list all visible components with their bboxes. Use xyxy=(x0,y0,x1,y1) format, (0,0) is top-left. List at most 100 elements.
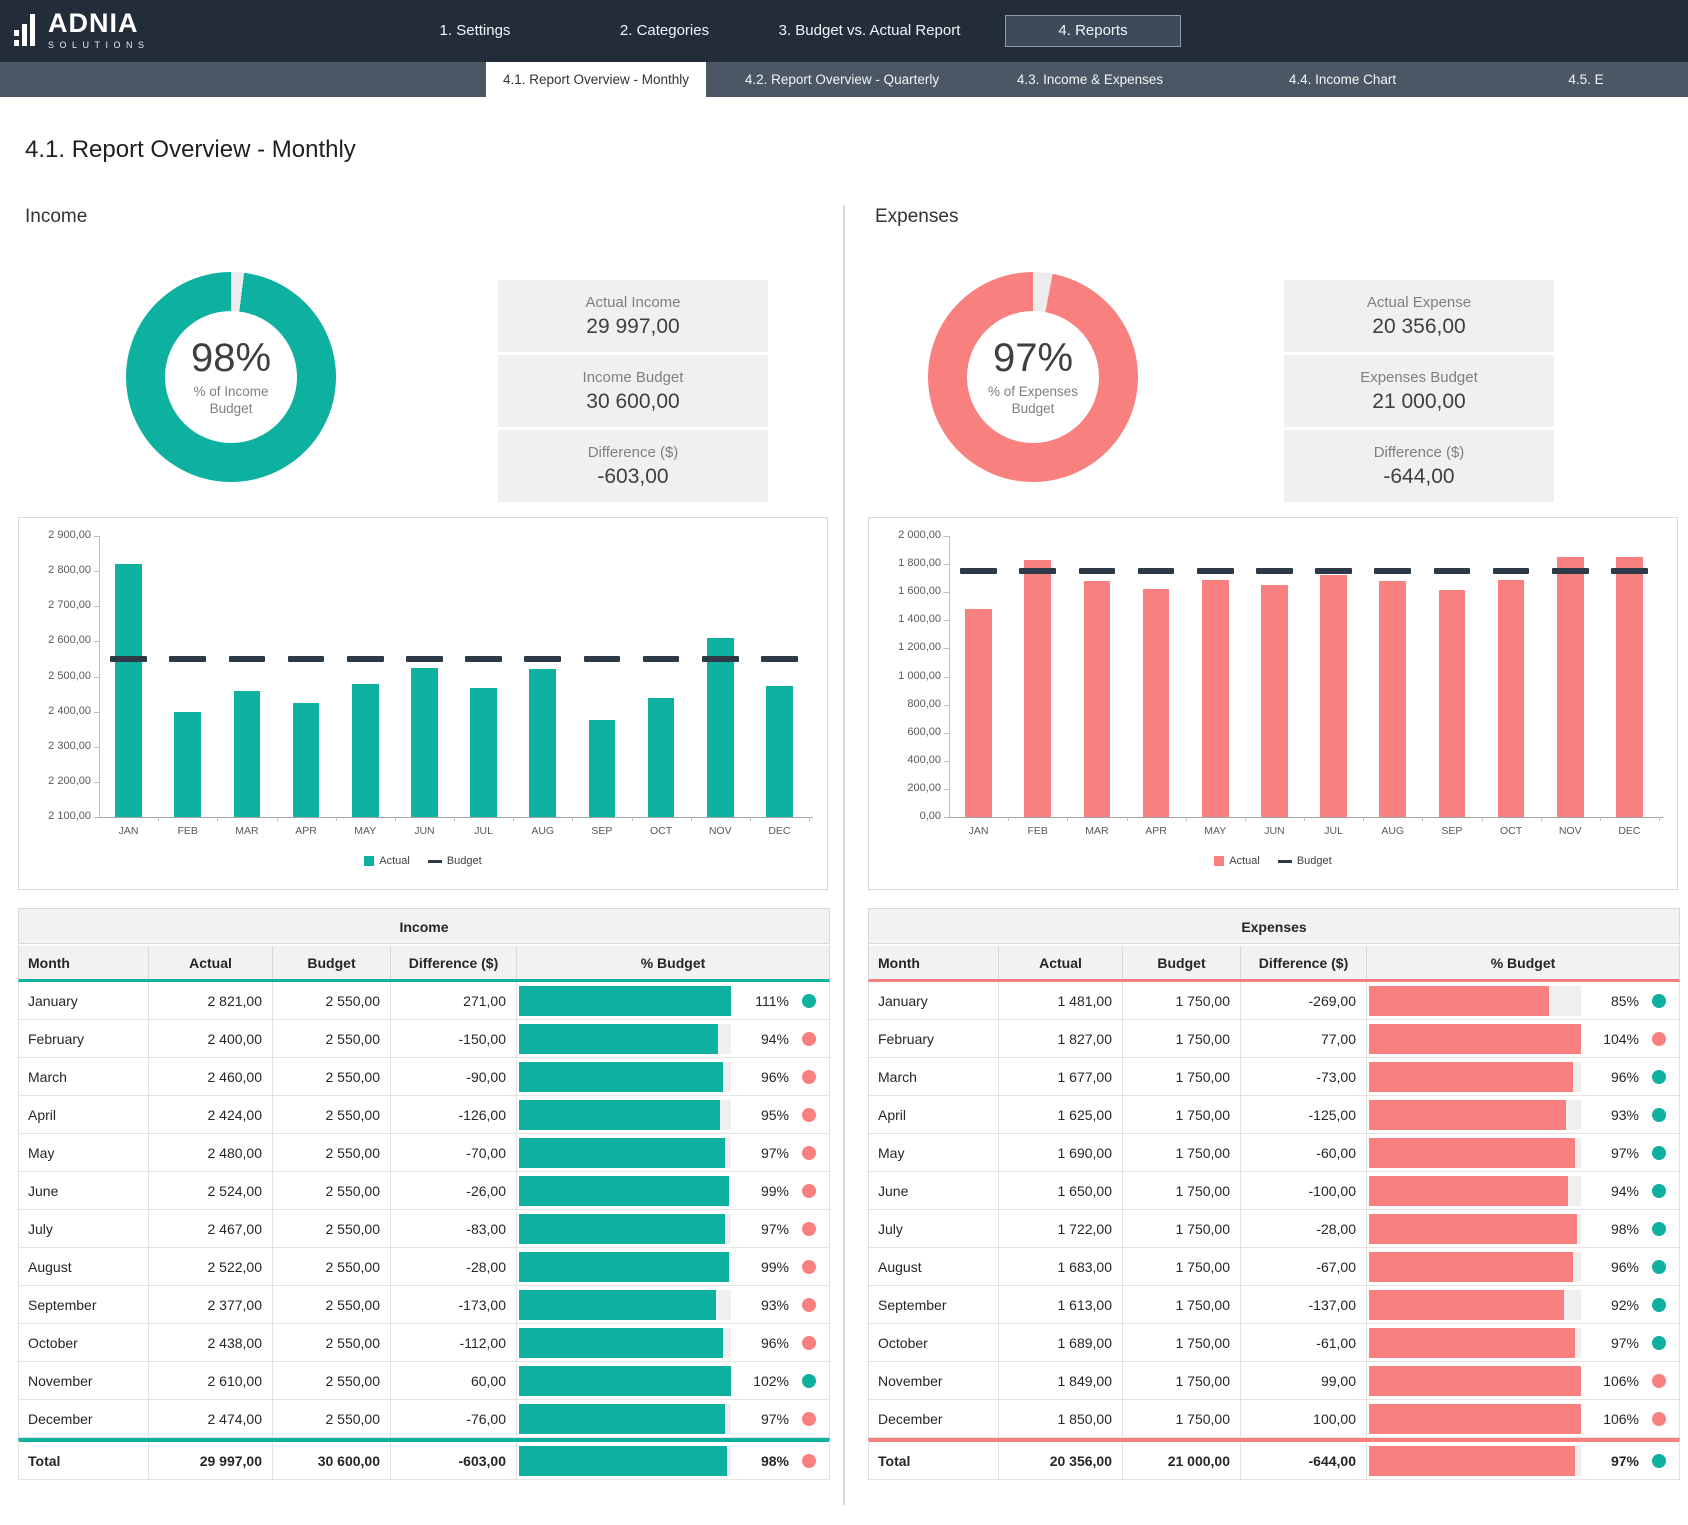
month-cell: November xyxy=(869,1362,999,1399)
difference-cell: -112,00 xyxy=(391,1324,517,1361)
x-axis-line xyxy=(949,817,1663,818)
report-tab-4-1-report-overview-monthly[interactable]: 4.1. Report Overview - Monthly xyxy=(486,62,706,97)
pct-label: 85% xyxy=(1581,993,1639,1009)
budget-cell: 2 550,00 xyxy=(273,1286,391,1323)
table-row: October1 689,001 750,00-61,0097% xyxy=(868,1324,1680,1362)
actual-cell: 1 722,00 xyxy=(999,1210,1123,1247)
month-cell: Total xyxy=(19,1442,149,1479)
stat-value: 21 000,00 xyxy=(1372,390,1465,414)
actual-bar xyxy=(1143,589,1170,817)
actual-bar xyxy=(411,668,438,817)
stat-box: Expenses Budget 21 000,00 xyxy=(1284,355,1554,427)
income-donut-chart: 98% % of Income Budget xyxy=(126,272,336,482)
pct-budget-cell: 111% xyxy=(517,982,829,1019)
pct-bar-track xyxy=(1369,1366,1581,1396)
section-heading-expenses: Expenses xyxy=(875,206,958,228)
month-cell: May xyxy=(869,1134,999,1171)
x-axis-label: DEC xyxy=(750,825,809,837)
difference-cell: 100,00 xyxy=(1241,1400,1367,1437)
month-cell: October xyxy=(869,1324,999,1361)
actual-bar xyxy=(1498,580,1525,817)
pct-bar xyxy=(1369,1252,1573,1282)
stat-box: Actual Expense20 356,00 xyxy=(1284,280,1554,352)
pct-label: 97% xyxy=(731,1411,789,1427)
actual-bar xyxy=(1261,585,1288,817)
x-axis-label: MAR xyxy=(217,825,276,837)
report-tab-4-4-income-chart[interactable]: 4.4. Income Chart xyxy=(1275,62,1410,97)
y-axis-label: 800,00 xyxy=(869,698,941,710)
actual-bar xyxy=(1024,560,1051,817)
actual-cell: 2 522,00 xyxy=(149,1248,273,1285)
report-tab-4-5-e[interactable]: 4.5. E xyxy=(1521,62,1651,97)
report-tab-4-2-report-overview-quarterly[interactable]: 4.2. Report Overview - Quarterly xyxy=(727,62,957,97)
stat-box: Income Budget30 600,00 xyxy=(498,355,768,427)
month-cell: May xyxy=(19,1134,149,1171)
x-axis-tick xyxy=(1600,817,1601,821)
actual-bar xyxy=(1379,581,1406,817)
pct-bar xyxy=(519,1290,716,1320)
pct-budget-cell: 94% xyxy=(517,1020,829,1057)
nav-item--categories[interactable]: 2. Categories xyxy=(592,0,737,62)
nav-item--budget-vs-actual-report[interactable]: 3. Budget vs. Actual Report xyxy=(762,0,977,62)
col-header-difference: Difference ($) xyxy=(391,946,517,979)
income-donut-caption: % of Income Budget xyxy=(172,383,290,417)
report-tab-4-3-income-expenses[interactable]: 4.3. Income & Expenses xyxy=(1005,62,1175,97)
y-axis-line xyxy=(949,536,950,817)
legend-budget-label: Budget xyxy=(447,855,482,867)
budget-dash xyxy=(406,656,443,662)
x-axis-label: DEC xyxy=(1600,825,1659,837)
stat-label: Actual Income xyxy=(585,294,680,311)
x-axis-tick xyxy=(1482,817,1483,821)
pct-budget-cell: 98% xyxy=(517,1442,829,1479)
table-row: April1 625,001 750,00-125,0093% xyxy=(868,1096,1680,1134)
pct-bar-track xyxy=(1369,1446,1581,1476)
actual-cell: 2 460,00 xyxy=(149,1058,273,1095)
pct-budget-cell: 99% xyxy=(517,1248,829,1285)
actual-cell: 2 400,00 xyxy=(149,1020,273,1057)
month-cell: February xyxy=(19,1020,149,1057)
section-heading-income: Income xyxy=(25,206,87,228)
y-axis-label: 1 600,00 xyxy=(869,585,941,597)
actual-bar xyxy=(766,686,793,817)
x-axis-label: AUG xyxy=(1363,825,1422,837)
x-axis-tick xyxy=(1422,817,1423,821)
table-row: April2 424,002 550,00-126,0095% xyxy=(18,1096,830,1134)
budget-dash xyxy=(1138,568,1175,574)
y-axis-line xyxy=(99,536,100,817)
pct-bar xyxy=(1369,1176,1568,1206)
nav-item--reports[interactable]: 4. Reports xyxy=(1005,15,1181,47)
pct-budget-cell: 97% xyxy=(1367,1134,1679,1171)
difference-cell: -26,00 xyxy=(391,1172,517,1209)
x-axis-tick xyxy=(513,817,514,821)
pct-budget-cell: 97% xyxy=(517,1134,829,1171)
pct-budget-cell: 102% xyxy=(517,1362,829,1399)
pct-label: 99% xyxy=(731,1183,789,1199)
table-row: November2 610,002 550,0060,00102% xyxy=(18,1362,830,1400)
page-title: 4.1. Report Overview - Monthly xyxy=(25,136,356,164)
nav-item--settings[interactable]: 1. Settings xyxy=(415,0,535,62)
budget-cell: 1 750,00 xyxy=(1123,1096,1241,1133)
status-dot xyxy=(802,1260,816,1274)
budget-dash xyxy=(1611,568,1648,574)
pct-bar xyxy=(519,1214,725,1244)
difference-cell: -269,00 xyxy=(1241,982,1367,1019)
expenses-table: ExpensesMonthActualBudgetDifference ($)%… xyxy=(868,908,1680,1480)
actual-bar xyxy=(707,638,734,817)
y-axis-label: 2 000,00 xyxy=(869,529,941,541)
table-row: December2 474,002 550,00-76,0097% xyxy=(18,1400,830,1438)
table-row: August2 522,002 550,00-28,0099% xyxy=(18,1248,830,1286)
x-axis-label: JAN xyxy=(99,825,158,837)
budget-cell: 1 750,00 xyxy=(1123,1248,1241,1285)
actual-bar xyxy=(470,688,497,817)
stat-label: Expenses Budget xyxy=(1360,369,1478,386)
pct-bar xyxy=(519,986,731,1016)
chart-legend: ActualBudget xyxy=(19,855,827,867)
actual-bar xyxy=(589,720,616,817)
difference-cell: -150,00 xyxy=(391,1020,517,1057)
y-axis-label: 2 400,00 xyxy=(19,705,91,717)
pct-budget-cell: 97% xyxy=(517,1210,829,1247)
pct-bar xyxy=(519,1328,723,1358)
actual-bar xyxy=(1320,575,1347,817)
budget-dash xyxy=(1434,568,1471,574)
actual-cell: 1 683,00 xyxy=(999,1248,1123,1285)
